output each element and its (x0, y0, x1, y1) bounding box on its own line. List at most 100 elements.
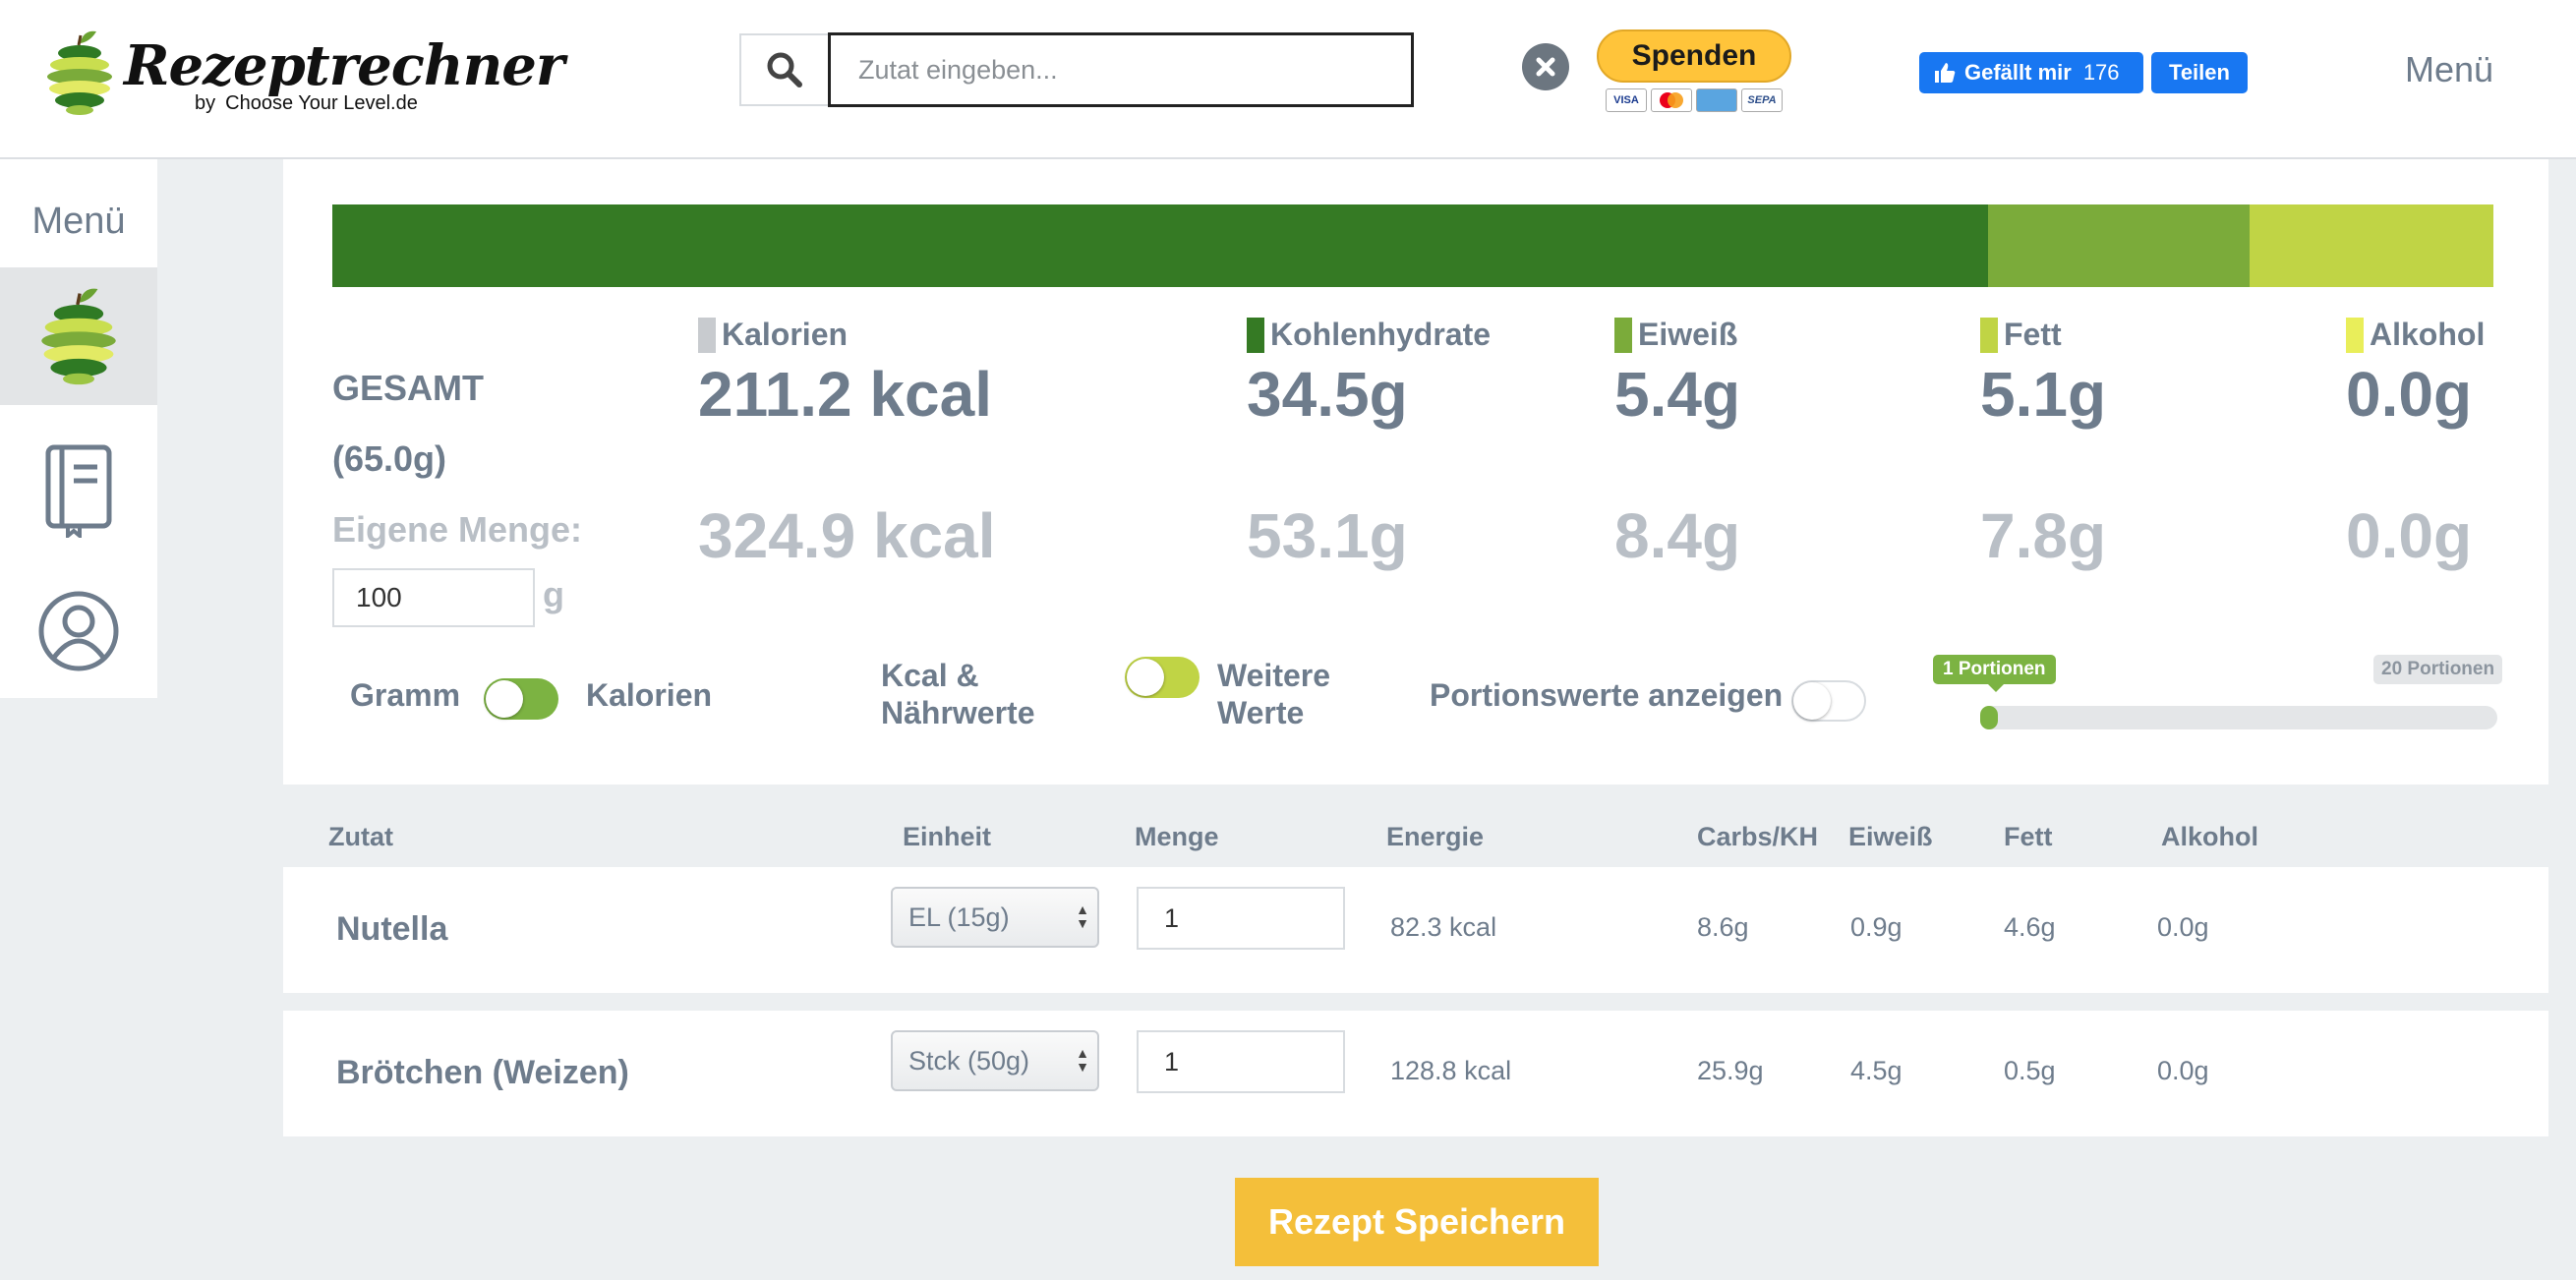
facebook-share-button[interactable]: Teilen (2151, 52, 2248, 93)
portion-slider[interactable] (1980, 706, 2497, 729)
visa-card-icon: VISA (1606, 88, 1647, 112)
macro-bar-segment-kohlenhydrate (332, 204, 1988, 287)
unit-select[interactable]: Stck (50g) ▲ ▼ (891, 1030, 1099, 1091)
col-header-energie: Energie (1386, 822, 1485, 851)
ingredient-name: Brötchen (Weizen) (336, 1054, 629, 1091)
col-header-menge: Menge (1135, 822, 1219, 851)
ingredient-row: Brötchen (Weizen) Stck (50g) ▲▼ 128.8 kca… (283, 1011, 2548, 1136)
sidebar: Menü (0, 159, 157, 698)
toggle-portion-label: Portionswerte anzeigen (1430, 677, 1784, 713)
legend-swatch-eiweiss (1614, 317, 1632, 353)
search-button[interactable] (739, 33, 828, 106)
eigene-menge-label: Eigene Menge: (332, 509, 583, 550)
col-header-fett: Fett (2004, 822, 2053, 851)
legend-label: Kalorien (722, 317, 849, 352)
carbs-value: 8.6g (1697, 912, 1749, 942)
alcohol-value: 0.0g (2157, 1056, 2209, 1085)
payment-cards: VISA SEPA (1597, 88, 1791, 112)
protein-value: 0.9g (1850, 912, 1903, 942)
col-header-alkohol: Alkohol (2161, 822, 2258, 851)
apple-logo-icon (47, 30, 112, 115)
toggle-knob (1793, 682, 1831, 720)
macro-bar-segment-fett (2249, 204, 2493, 287)
toggle-kcal-naehrwerte-label: Kcal & Nährwerte (881, 657, 1035, 731)
eigene-menge-unit: g (543, 574, 564, 614)
fat-value: 4.6g (2004, 912, 2056, 942)
legend-eiweiss: Eiweiß (1614, 317, 1737, 353)
toggle-knob (1127, 659, 1164, 696)
legend-swatch-kohlenhydrate (1247, 317, 1264, 353)
donate-button[interactable]: Spenden (1597, 29, 1791, 83)
legend-fett: Fett (1980, 317, 2062, 353)
ingredient-name: Nutella (336, 910, 448, 948)
logo-subtitle: by Choose Your Level.de (195, 92, 418, 115)
legend-kalorien: Kalorien (698, 317, 848, 353)
custom-carbs: 53.1g (1247, 500, 1408, 571)
carbs-value: 25.9g (1697, 1056, 1764, 1085)
custom-protein: 8.4g (1614, 500, 1741, 571)
legend-label: Kohlenhydrate (1270, 317, 1492, 352)
gesamt-label: GESAMT (332, 368, 485, 408)
eigene-menge-input[interactable] (332, 568, 535, 627)
portion-toggle[interactable] (1791, 680, 1866, 722)
legend-kohlenhydrate: Kohlenhydrate (1247, 317, 1491, 353)
fat-value: 0.5g (2004, 1056, 2056, 1085)
mastercard-icon (1651, 88, 1692, 112)
total-kcal: 211.2 kcal (698, 359, 992, 430)
toggle-knob (486, 680, 523, 718)
facebook-like-count: 176 (2082, 60, 2120, 85)
sidebar-item-recipes[interactable] (0, 427, 157, 554)
custom-fat: 7.8g (1980, 500, 2107, 571)
header-menu-link[interactable]: Menü (2405, 49, 2493, 90)
legend-swatch-kalorien (698, 317, 716, 353)
unit-select[interactable]: EL (15g) ▲ ▼ (891, 887, 1099, 948)
save-recipe-button[interactable]: Rezept Speichern (1235, 1178, 1599, 1266)
user-icon (38, 591, 119, 671)
select-arrows-icon: ▲ ▼ (1076, 1045, 1089, 1075)
thumbs-up-icon (1935, 63, 1956, 83)
energy-value: 82.3 kcal (1390, 912, 1497, 942)
sidebar-item-calculator[interactable] (0, 267, 157, 405)
protein-value: 4.5g (1850, 1056, 1903, 1085)
unit-select-value: Stck (50g) (908, 1045, 1030, 1076)
legend-label: Eiweiß (1638, 317, 1738, 352)
toggle-weitere-line2: Werte (1217, 695, 1305, 730)
total-protein: 5.4g (1614, 359, 1741, 430)
portion-slider-value: 1 Portionen (1933, 655, 2056, 692)
naehrwerte-toggle[interactable] (1125, 657, 1200, 698)
legend-swatch-alkohol (2346, 317, 2364, 353)
sidebar-item-account[interactable] (0, 572, 157, 690)
custom-kcal: 324.9 kcal (698, 500, 996, 571)
unit-select-value: EL (15g) (908, 902, 1010, 932)
legend-alkohol: Alkohol (2346, 317, 2485, 353)
toggle-kcal-line2: Nährwerte (881, 695, 1035, 730)
logo[interactable]: Rezeptrechner by Choose Your Level.de (45, 26, 564, 124)
toggle-weitere-line1: Weitere (1217, 658, 1331, 693)
search-input[interactable] (828, 32, 1414, 107)
portion-slider-max: 20 Portionen (2373, 655, 2503, 684)
legend-label: Alkohol (2370, 317, 2486, 352)
portion-slider-handle[interactable] (1980, 706, 1998, 729)
macro-bar-segment-eiweiß (1987, 204, 2250, 287)
ingredient-row: Nutella EL (15g) ▲▼ 82.3 kcal 8.6g 0.9g 4… (283, 867, 2548, 993)
clear-search-button[interactable] (1522, 43, 1569, 90)
total-alcohol: 0.0g (2346, 359, 2473, 430)
logo-wordmark: Rezeptrechner (124, 33, 564, 98)
nutrition-summary: Kalorien Kohlenhydrate Eiweiß Fett Alkoh… (283, 159, 2548, 785)
quantity-input[interactable] (1137, 887, 1345, 950)
custom-alcohol: 0.0g (2346, 500, 2473, 571)
col-header-einheit: Einheit (903, 822, 992, 851)
toggle-kcal-line1: Kcal & (881, 658, 979, 693)
toggle-gramm-label: Gramm (350, 677, 461, 713)
donate-widget: Spenden VISA SEPA (1597, 29, 1791, 120)
close-icon (1536, 57, 1555, 77)
facebook-like-button[interactable]: Gefällt mir 176 (1919, 52, 2143, 93)
gramm-kalorien-toggle[interactable] (484, 678, 558, 720)
quantity-input[interactable] (1137, 1030, 1345, 1093)
sepa-icon: SEPA (1741, 88, 1783, 112)
sidebar-menu-label[interactable]: Menü (0, 201, 157, 243)
total-carbs: 34.5g (1247, 359, 1408, 430)
toggle-weitere-werte-label: Weitere Werte (1217, 657, 1330, 731)
recipe-book-icon (45, 444, 112, 538)
apple-icon (41, 288, 116, 385)
